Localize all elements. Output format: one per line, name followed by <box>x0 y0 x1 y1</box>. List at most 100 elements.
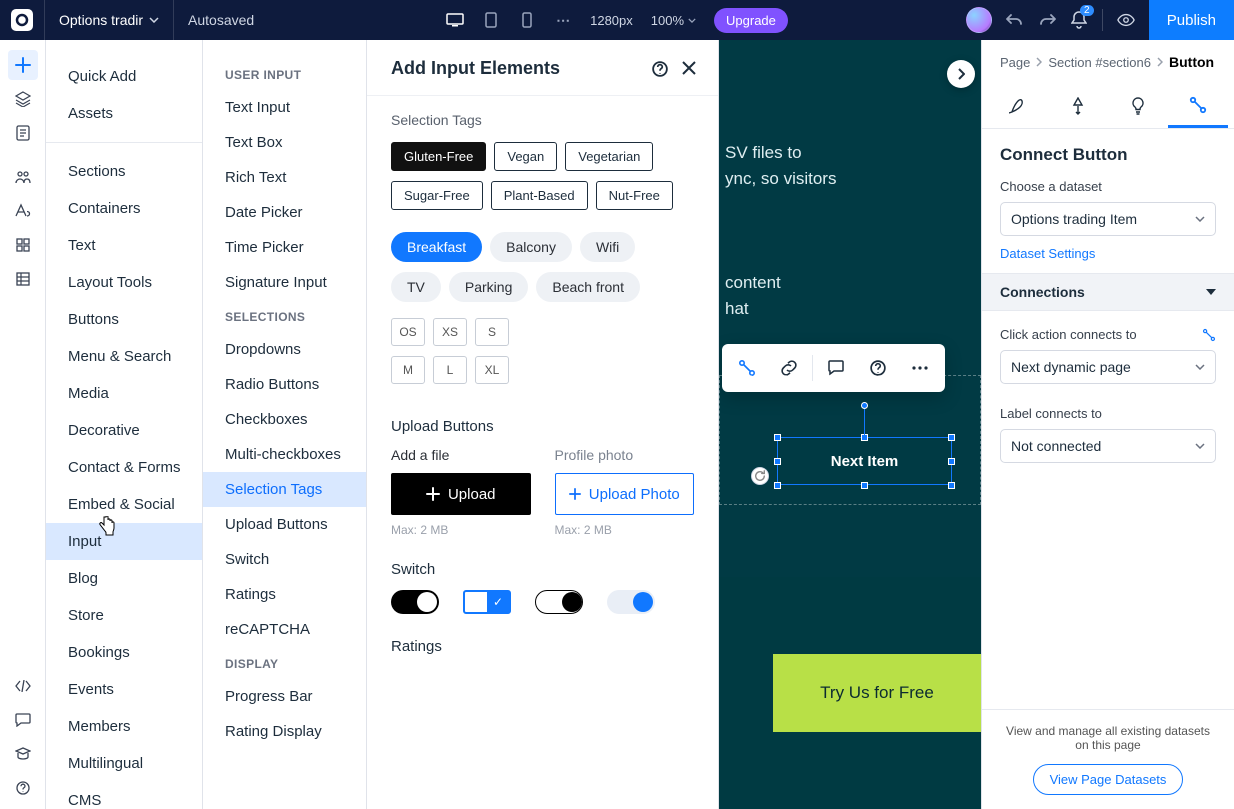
cat-contact-forms[interactable]: Contact & Forms <box>46 449 202 486</box>
close-icon[interactable] <box>682 61 696 77</box>
cat-menu-search[interactable]: Menu & Search <box>46 338 202 375</box>
breadcrumb-page[interactable]: Page <box>1000 55 1030 70</box>
help-icon[interactable] <box>652 61 668 77</box>
subcat-radio-buttons[interactable]: Radio Buttons <box>203 367 366 402</box>
subcat-switch[interactable]: Switch <box>203 542 366 577</box>
tab-connect-icon[interactable] <box>1168 84 1228 128</box>
label-connects-select[interactable]: Not connected <box>1000 429 1216 463</box>
subcat-dropdowns[interactable]: Dropdowns <box>203 332 366 367</box>
subcat-multi-checkboxes[interactable]: Multi-checkboxes <box>203 437 366 472</box>
rail-help[interactable] <box>8 773 38 803</box>
rail-users[interactable] <box>8 162 38 192</box>
preview-icon[interactable] <box>1117 11 1135 29</box>
subcat-text-box[interactable]: Text Box <box>203 125 366 160</box>
connection-indicator-icon[interactable] <box>1202 328 1216 342</box>
upgrade-button[interactable]: Upgrade <box>714 8 788 33</box>
subcat-text-input[interactable]: Text Input <box>203 90 366 125</box>
tag-sugar-free[interactable]: Sugar-Free <box>391 181 483 210</box>
rail-layers[interactable] <box>8 84 38 114</box>
cat-multilingual[interactable]: Multilingual <box>46 745 202 782</box>
mobile-icon[interactable] <box>518 11 536 29</box>
rail-data[interactable] <box>8 264 38 294</box>
cat-members[interactable]: Members <box>46 708 202 745</box>
subcat-rating-display[interactable]: Rating Display <box>203 714 366 749</box>
size-os[interactable]: OS <box>391 318 425 346</box>
revert-handle[interactable] <box>751 467 769 485</box>
connections-accordion[interactable]: Connections <box>982 273 1234 311</box>
cat-quick-add[interactable]: Quick Add <box>46 58 202 95</box>
subcat-checkboxes[interactable]: Checkboxes <box>203 402 366 437</box>
cat-buttons[interactable]: Buttons <box>46 301 202 338</box>
tag-vegetarian[interactable]: Vegetarian <box>565 142 653 171</box>
rail-typography[interactable] <box>8 196 38 226</box>
selection-handle[interactable] <box>861 434 868 441</box>
zoom-dropdown[interactable]: 100% <box>651 13 696 28</box>
cat-bookings[interactable]: Bookings <box>46 634 202 671</box>
rail-comments[interactable] <box>8 705 38 735</box>
dataset-settings-link[interactable]: Dataset Settings <box>1000 246 1095 261</box>
publish-button[interactable]: Publish <box>1149 0 1234 40</box>
subcat-upload-buttons[interactable]: Upload Buttons <box>203 507 366 542</box>
avatar[interactable] <box>966 7 992 33</box>
pill-breakfast[interactable]: Breakfast <box>391 232 482 262</box>
switch-blue-on[interactable] <box>607 590 655 614</box>
upload-photo-button[interactable]: Upload Photo <box>555 473 695 515</box>
canvas[interactable]: SV files to ync, so visitors content hat <box>719 40 981 809</box>
cat-text[interactable]: Text <box>46 227 202 264</box>
cat-cms[interactable]: CMS <box>46 782 202 809</box>
undo-icon[interactable] <box>1006 11 1024 29</box>
subcat-time-picker[interactable]: Time Picker <box>203 230 366 265</box>
cat-decorative[interactable]: Decorative <box>46 412 202 449</box>
canvas-expand-button[interactable] <box>947 60 975 88</box>
size-m[interactable]: M <box>391 356 425 384</box>
subcat-ratings[interactable]: Ratings <box>203 577 366 612</box>
rail-learn[interactable] <box>8 739 38 769</box>
click-action-select[interactable]: Next dynamic page <box>1000 350 1216 384</box>
pill-tv[interactable]: TV <box>391 272 441 302</box>
desktop-icon[interactable] <box>446 11 464 29</box>
tab-design-icon[interactable] <box>988 84 1048 128</box>
rail-add[interactable] <box>8 50 38 80</box>
cat-input[interactable]: Input <box>46 523 202 560</box>
cat-embed-social[interactable]: Embed & Social <box>46 486 202 523</box>
redo-icon[interactable] <box>1038 11 1056 29</box>
size-xl[interactable]: XL <box>475 356 509 384</box>
breadcrumb-section[interactable]: Section #section6 <box>1048 55 1151 70</box>
cat-media[interactable]: Media <box>46 375 202 412</box>
cat-sections[interactable]: Sections <box>46 153 202 190</box>
switch-black-off[interactable] <box>391 590 439 614</box>
size-s[interactable]: S <box>475 318 509 346</box>
selection-handle[interactable] <box>948 482 955 489</box>
pill-beach-front[interactable]: Beach front <box>536 272 640 302</box>
tablet-icon[interactable] <box>482 11 500 29</box>
selection-handle[interactable] <box>948 434 955 441</box>
selection-handle[interactable] <box>774 458 781 465</box>
subcat-selection-tags[interactable]: Selection Tags <box>203 472 366 507</box>
notifications-icon[interactable]: 2 <box>1070 11 1088 29</box>
cat-assets[interactable]: Assets <box>46 95 202 132</box>
subcat-date-picker[interactable]: Date Picker <box>203 195 366 230</box>
pill-balcony[interactable]: Balcony <box>490 232 572 262</box>
selection-handle[interactable] <box>774 482 781 489</box>
canvas-cta-button[interactable]: Try Us for Free <box>773 654 981 732</box>
add-panel-body[interactable]: Selection Tags Gluten-FreeVeganVegetaria… <box>367 96 718 809</box>
canvas-selected-button[interactable]: Next Item <box>777 437 952 485</box>
more-icon[interactable]: ⋯ <box>554 11 572 29</box>
site-dropdown[interactable]: Options tradir <box>45 0 174 40</box>
size-l[interactable]: L <box>433 356 467 384</box>
tag-nut-free[interactable]: Nut-Free <box>596 181 673 210</box>
rail-apps[interactable] <box>8 230 38 260</box>
tag-vegan[interactable]: Vegan <box>494 142 557 171</box>
selection-handle[interactable] <box>861 482 868 489</box>
tab-animate-icon[interactable] <box>1048 84 1108 128</box>
cat-blog[interactable]: Blog <box>46 560 202 597</box>
tag-plant-based[interactable]: Plant-Based <box>491 181 588 210</box>
rotation-handle[interactable] <box>861 402 868 409</box>
dataset-select[interactable]: Options trading Item <box>1000 202 1216 236</box>
cat-containers[interactable]: Containers <box>46 190 202 227</box>
tag-gluten-free[interactable]: Gluten-Free <box>391 142 486 171</box>
rail-pages[interactable] <box>8 118 38 148</box>
subcat-recaptcha[interactable]: reCAPTCHA <box>203 612 366 647</box>
subcat-rich-text[interactable]: Rich Text <box>203 160 366 195</box>
rail-code[interactable] <box>8 671 38 701</box>
